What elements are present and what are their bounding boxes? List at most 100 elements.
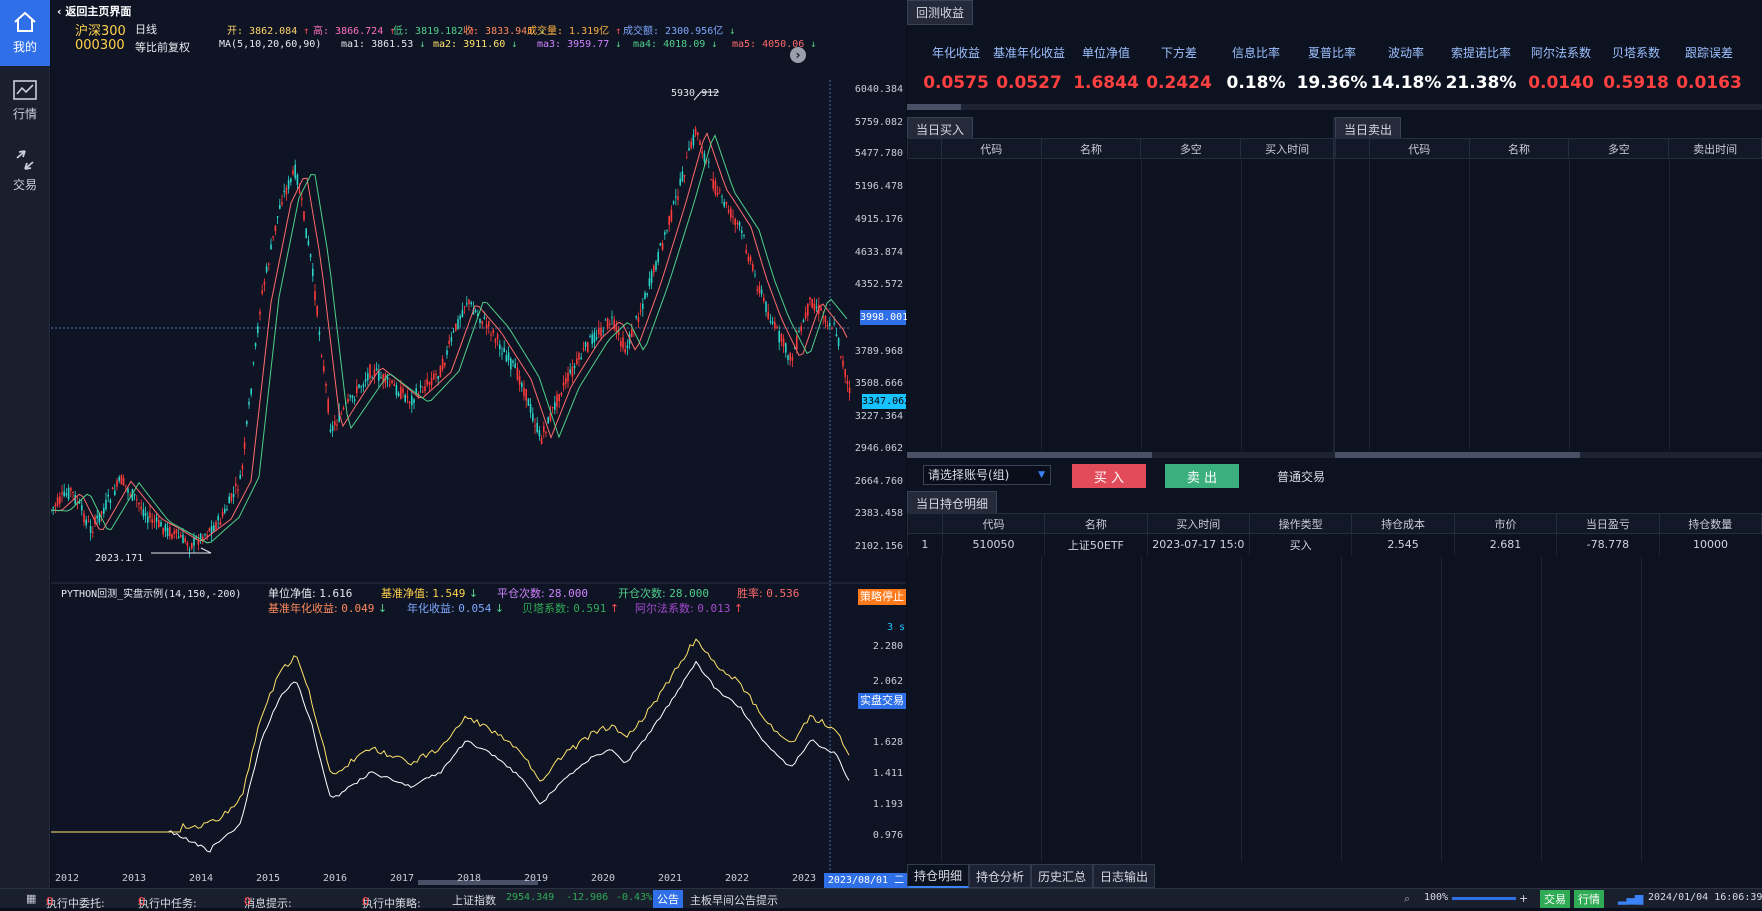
candle-body [752, 264, 754, 271]
exec-orders-value: 0 [46, 895, 53, 908]
kline-chart[interactable] [51, 0, 906, 888]
candle-body [712, 179, 714, 189]
candle-body [677, 196, 679, 200]
candle-body [624, 349, 626, 353]
column-header[interactable]: 名称 [1044, 513, 1148, 534]
index-ticker-name[interactable]: 上证指数 [452, 892, 496, 908]
account-select[interactable]: 请选择账号(组) ▼ [923, 465, 1051, 485]
column-header[interactable]: 市价 [1453, 513, 1558, 534]
candle-body [492, 329, 494, 334]
column-header[interactable] [1335, 138, 1370, 159]
scrollbar-thumb[interactable] [1335, 452, 1580, 458]
column-header[interactable] [907, 138, 942, 159]
bottom-tab[interactable]: 持仓分析 [969, 864, 1031, 888]
index-ticker-change: -12.906 [566, 892, 609, 903]
column-header[interactable]: 多空 [1140, 138, 1242, 159]
column-header[interactable]: 持仓数量 [1658, 513, 1762, 534]
notice-text[interactable]: 主板早间公告提示 [690, 892, 778, 908]
sidebar-item-mine[interactable]: 我的 [0, 0, 50, 66]
search-icon[interactable]: ⌕ [1404, 892, 1410, 906]
alpha-dir: ↑ [733, 602, 744, 615]
bottom-tab[interactable]: 持仓明细 [907, 864, 969, 888]
sidebar-item-quotes[interactable]: 行情 [0, 68, 50, 134]
candle-body [155, 517, 158, 522]
price-tick-label: 5477.780 [854, 148, 903, 159]
metric-label: 贝塔系数 [1611, 46, 1660, 60]
candle-body [505, 355, 508, 362]
column-header[interactable]: 买入时间 [1240, 138, 1334, 159]
buy-button[interactable]: 买 入 [1072, 464, 1146, 488]
strategy-stop-button[interactable]: 策略停止 [858, 589, 906, 605]
candle-body [331, 425, 334, 431]
zoom-in-icon[interactable]: + [1519, 892, 1528, 905]
candle-body [173, 531, 175, 535]
year-tick-label: 2020 [591, 873, 616, 884]
tab-backtest-returns[interactable]: 回测收益 [907, 0, 974, 25]
tables-scrollbar[interactable] [907, 452, 1762, 458]
candle-body [653, 265, 655, 273]
candle-body [595, 337, 598, 340]
notice-tag[interactable]: 公告 [653, 890, 683, 908]
column-header[interactable]: 代码 [1368, 138, 1470, 159]
candle-body [721, 196, 723, 198]
candle-body [92, 532, 94, 534]
candle-body [312, 268, 314, 277]
candle-body [600, 327, 602, 337]
candle-body [107, 494, 109, 497]
scrollbar-thumb[interactable] [907, 104, 961, 110]
live-trade-button[interactable]: 实盘交易 [858, 693, 906, 709]
column-header[interactable]: 买入时间 [1146, 513, 1250, 534]
candle-body [692, 134, 695, 146]
column-header[interactable]: 持仓成本 [1351, 513, 1455, 534]
candle-body [604, 319, 607, 321]
candle-body [584, 342, 587, 347]
candle-body [741, 230, 743, 233]
column-header[interactable]: 多空 [1568, 138, 1670, 159]
column-header[interactable]: 操作类型 [1248, 513, 1353, 534]
candle-body [100, 511, 103, 514]
metrics-scrollbar[interactable] [907, 104, 1762, 110]
normal-trade-label[interactable]: 普通交易 [1277, 468, 1325, 485]
annual-return-dir: ↓ [494, 602, 505, 615]
scrollbar-thumb[interactable] [907, 452, 1152, 458]
column-header[interactable]: 名称 [1468, 138, 1570, 159]
column-header[interactable]: 名称 [1040, 138, 1142, 159]
column-header[interactable]: 代码 [940, 138, 1042, 159]
zoom-slider[interactable] [1452, 897, 1516, 900]
candle-body [560, 392, 563, 396]
candle-body [523, 387, 525, 396]
candle-body [510, 358, 512, 370]
bottom-tab[interactable]: 历史汇总 [1031, 864, 1093, 888]
candle-body [213, 525, 215, 532]
candle-body [180, 534, 182, 538]
quote-badge[interactable]: 行情 [1574, 890, 1604, 908]
candle-body [265, 266, 268, 272]
candle-body [239, 474, 241, 479]
bottom-tab[interactable]: 日志输出 [1093, 864, 1155, 888]
arrow-right-icon[interactable]: › [790, 47, 806, 63]
sidebar-item-trade[interactable]: 交易 [0, 138, 50, 204]
min-marker [151, 547, 212, 554]
candle-body [122, 477, 125, 486]
metric-label: 阿尔法系数 [1530, 46, 1591, 60]
unit-nav: 单位净值: 1.616 [268, 585, 352, 601]
column-header[interactable]: 当日盈亏 [1556, 513, 1660, 534]
column-header[interactable]: 卖出时间 [1668, 138, 1762, 159]
candle-body [74, 494, 76, 504]
grid-icon[interactable]: ▦ [26, 892, 36, 905]
column-header[interactable] [907, 513, 943, 534]
candle-body [305, 228, 307, 239]
table-row[interactable]: 1 510050 上证50ETF 2023-07-17 15:0 买入 2.545 2.68… [907, 533, 1762, 556]
column-header[interactable]: 代码 [941, 513, 1046, 534]
price-tick-label: 2946.062 [854, 443, 903, 454]
candle-body [697, 132, 699, 136]
candle-body [452, 331, 455, 333]
nav-tick-label: 1.628 [872, 737, 903, 748]
candle-body [837, 337, 840, 347]
trade-badge[interactable]: 交易 [1540, 890, 1570, 908]
sell-button[interactable]: 卖 出 [1165, 464, 1239, 488]
candle-body [719, 189, 721, 191]
candle-body [688, 147, 690, 151]
year-tick-label: 2021 [658, 873, 683, 884]
candle-body [826, 325, 829, 327]
